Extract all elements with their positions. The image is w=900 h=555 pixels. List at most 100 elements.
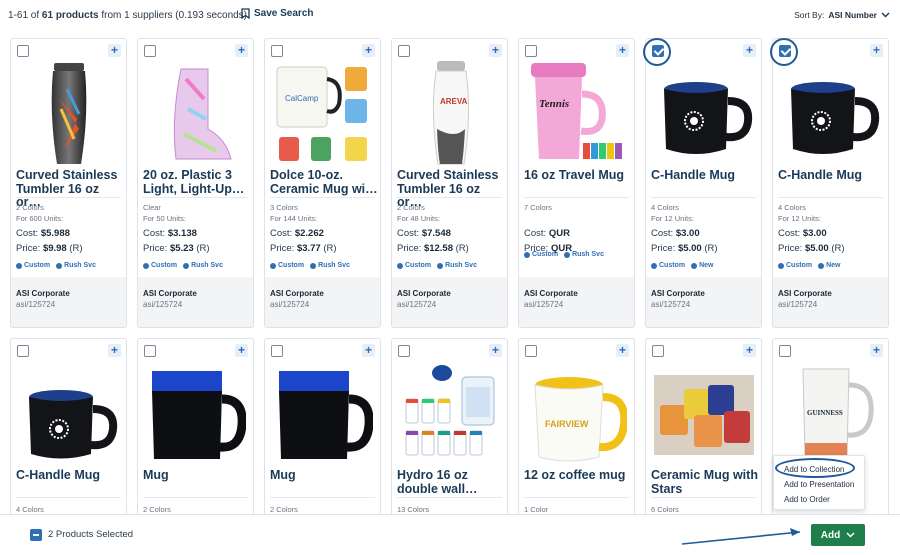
cost-value: $3.138 <box>167 228 197 239</box>
select-checkbox[interactable] <box>144 45 156 57</box>
product-card[interactable]: + AREVA Curved Stainless Tumbler 16 oz o… <box>391 38 508 328</box>
product-card[interactable]: + C-Handle Mug 4 Colors For 12 Units: Co… <box>645 38 762 328</box>
add-plus-button[interactable]: + <box>616 344 629 357</box>
tag-label: New <box>699 262 714 269</box>
select-checkbox[interactable] <box>779 345 791 357</box>
product-card[interactable]: + C-Handle Mug 4 Colors <box>10 338 127 518</box>
add-plus-button[interactable]: + <box>108 44 121 57</box>
product-card[interactable]: + FAIRVIEW 12 oz coffee mug 1 Color <box>518 338 635 518</box>
select-checkbox[interactable] <box>398 45 410 57</box>
supplier-name[interactable]: ASI Corporate <box>524 289 578 298</box>
product-title[interactable]: Hydro 16 oz double wall… <box>397 468 505 496</box>
select-checkbox[interactable] <box>652 345 664 357</box>
info-icon <box>818 262 825 269</box>
price-label: Price: <box>143 243 168 254</box>
product-title[interactable]: C-Handle Mug <box>778 168 886 183</box>
product-image: AREVA <box>432 61 470 165</box>
product-title[interactable]: Mug <box>143 468 251 483</box>
product-title[interactable]: Ceramic Mug with Stars <box>651 468 759 496</box>
add-plus-button[interactable]: + <box>743 44 756 57</box>
product-card[interactable]: + Mug 2 Colors <box>137 338 254 518</box>
divider <box>524 497 629 498</box>
product-card[interactable]: + Mug 2 Colors <box>264 338 381 518</box>
tag-list: Custom Rush Svc <box>270 262 350 269</box>
product-title[interactable]: Dolce 10-oz. Ceramic Mug wi… <box>270 168 378 196</box>
supplier-name[interactable]: ASI Corporate <box>16 289 70 298</box>
product-card[interactable]: + Curved Stainless Tumbler 16 oz or… 2 C… <box>10 38 127 328</box>
chevron-down-icon <box>881 12 890 18</box>
selected-count-text: 2 Products Selected <box>48 529 134 540</box>
add-plus-button[interactable]: + <box>870 344 883 357</box>
price-label: Price: <box>778 243 803 254</box>
add-button[interactable]: Add <box>811 524 865 546</box>
product-card[interactable]: + Ceramic Mug with Stars 6 Colors <box>645 338 762 518</box>
tag-list: Custom Rush Svc <box>143 262 223 269</box>
tag-label: Rush Svc <box>191 262 223 269</box>
select-checkbox[interactable] <box>271 345 283 357</box>
menu-item-add-to-order[interactable]: Add to Order <box>784 495 830 504</box>
add-plus-button[interactable]: + <box>362 344 375 357</box>
add-plus-button[interactable]: + <box>743 344 756 357</box>
color-count: 2 Colors <box>397 203 425 212</box>
select-checkbox[interactable] <box>525 45 537 57</box>
results-header: 1-61 of 61 products from 1 suppliers (0.… <box>0 0 900 32</box>
product-image <box>654 375 754 455</box>
cost-line: Cost: $3.00 <box>778 228 827 239</box>
product-image: FAIRVIEW <box>534 377 627 462</box>
product-card[interactable]: + Tennis 16 oz Travel Mug 7 Colors Cost:… <box>518 38 635 328</box>
add-plus-button[interactable]: + <box>108 344 121 357</box>
supplier-name[interactable]: ASI Corporate <box>397 289 451 298</box>
supplier-name[interactable]: ASI Corporate <box>270 289 324 298</box>
sort-dropdown[interactable]: Sort By: ASI Number <box>794 10 890 20</box>
save-search-button[interactable]: Save Search <box>241 8 314 19</box>
add-plus-button[interactable]: + <box>489 344 502 357</box>
price-line: Price: $5.23 (R) <box>143 243 210 254</box>
add-plus-button[interactable]: + <box>870 44 883 57</box>
add-plus-button[interactable]: + <box>489 44 502 57</box>
select-checkbox[interactable] <box>525 345 537 357</box>
product-title[interactable]: 12 oz coffee mug <box>524 468 632 483</box>
product-title[interactable]: Mug <box>270 468 378 483</box>
add-plus-button[interactable]: + <box>616 44 629 57</box>
tag-list: Custom New <box>778 262 840 269</box>
menu-item-add-to-presentation[interactable]: Add to Presentation <box>784 480 854 489</box>
unit-quantity: For 50 Units: <box>143 214 186 223</box>
supplier-name[interactable]: ASI Corporate <box>143 289 197 298</box>
add-plus-button[interactable]: + <box>235 44 248 57</box>
supplier-asi: asi/125724 <box>397 300 437 309</box>
supplier-name[interactable]: ASI Corporate <box>651 289 705 298</box>
select-all-checkbox[interactable] <box>30 529 42 541</box>
product-card[interactable]: + 20 oz. Plastic 3 Light, Light-Up… Clea… <box>137 38 254 328</box>
product-title[interactable]: C-Handle Mug <box>16 468 124 483</box>
product-card[interactable]: + CalCamp Dolce 10-oz. Ceramic Mug wi… 3… <box>264 38 381 328</box>
tag-label: Custom <box>659 262 686 269</box>
tag-label: Rush Svc <box>64 262 96 269</box>
price-value: $12.58 <box>423 243 453 254</box>
select-checkbox[interactable] <box>17 45 29 57</box>
select-checkbox[interactable] <box>144 345 156 357</box>
product-card[interactable]: + Hydro 16 oz double wall… 13 Colors <box>391 338 508 518</box>
add-plus-button[interactable]: + <box>235 344 248 357</box>
cost-label: Cost: <box>524 228 547 239</box>
supplier-name[interactable]: ASI Corporate <box>778 289 832 298</box>
supplier-asi: asi/125724 <box>143 300 183 309</box>
color-count: Clear <box>143 203 161 212</box>
product-title[interactable]: 20 oz. Plastic 3 Light, Light-Up… <box>143 168 251 196</box>
price-value: $5.00 <box>677 243 702 254</box>
select-checkbox[interactable] <box>271 45 283 57</box>
tag-list: Custom New <box>651 262 713 269</box>
rush-tag: Rush Svc <box>437 262 477 269</box>
unit-quantity: For 12 Units: <box>651 214 694 223</box>
product-title[interactable]: C-Handle Mug <box>651 168 759 183</box>
add-plus-button[interactable]: + <box>362 44 375 57</box>
results-count: 61 products <box>41 10 99 21</box>
new-tag: New <box>691 262 713 269</box>
cost-value: $5.988 <box>40 228 70 239</box>
price-note: (R) <box>831 243 845 254</box>
product-card[interactable]: + C-Handle Mug 4 Colors For 12 Units: Co… <box>772 38 889 328</box>
product-title[interactable]: 16 oz Travel Mug <box>524 168 632 183</box>
tag-label: Custom <box>405 262 432 269</box>
select-checkbox[interactable] <box>398 345 410 357</box>
price-label: Price: <box>651 243 676 254</box>
select-checkbox[interactable] <box>17 345 29 357</box>
